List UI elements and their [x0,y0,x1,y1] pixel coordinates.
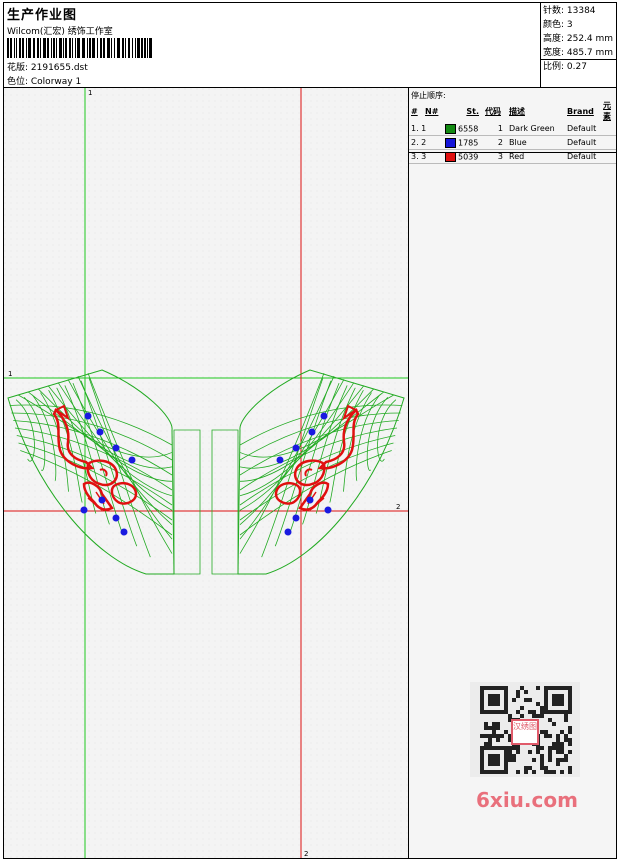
stitch-count: 针数: 13384 [543,6,596,16]
color-count: 颜色: 3 [543,20,573,30]
row-code: 2 [497,138,503,147]
color-table: # N# St. 代码 描述 Brand 元素 1. 1 6558 1 Dark… [409,100,616,164]
row-desc: Dark Green [509,124,555,133]
guide-v2-label: 2 [304,850,308,858]
table-row: 1. 1 6558 1 Dark Green Default [409,122,616,136]
color-swatch [445,151,456,162]
col-hash: # [411,106,418,116]
stats-divider [540,59,617,60]
guide-h1-label: 1 [8,370,12,378]
col-desc: 描述 [509,106,525,116]
row-code: 1 [497,124,503,133]
col-n: N# [425,106,439,116]
guide-h2-label: 2 [396,503,400,511]
qr-logo: 汉绣图 [511,719,539,745]
stats-box: 针数: 13384 颜色: 3 高度: 252.4 mm 宽度: 485.7 m… [540,2,617,88]
row-desc: Blue [509,138,527,147]
page-title: 生产作业图 [7,8,78,23]
color-swatch [445,123,456,134]
col-brand: Brand [567,106,594,116]
design-width: 宽度: 485.7 mm [543,48,614,58]
design-height: 高度: 252.4 mm [543,34,614,44]
col-code: 代码 [485,106,501,116]
scale-ratio: 比例: 0.27 [543,62,587,72]
company-name: Wilcom(汇宏) 绣饰工作室 [7,27,113,37]
guide-v1-label: 1 [88,89,92,97]
row-brand: Default [567,124,597,133]
row-stitches: 5039 [458,152,479,161]
color-swatch [445,137,456,148]
row-index: 2. 2 [411,138,427,147]
design-file-label: 花版: 2191655.dst [7,63,88,73]
panel-divider [409,152,616,153]
row-stitches: 1785 [458,138,479,147]
design-preview: 1 1 2 2 [4,88,408,858]
col-element: 元素 [603,101,611,121]
colorway-label: 色位: Colorway 1 [7,77,82,87]
header: 生产作业图 Wilcom(汇宏) 绣饰工作室 花版: 2191655.dst 色… [3,2,617,88]
col-stitches: St. [466,106,479,116]
design-canvas: 1 1 2 2 [4,88,409,858]
row-brand: Default [567,138,597,147]
row-index: 1. 1 [411,124,427,133]
site-watermark: 6xiu.com [476,788,578,812]
barcode [7,38,152,58]
row-stitches: 6558 [458,124,479,133]
table-row: 2. 2 1785 2 Blue Default [409,136,616,150]
